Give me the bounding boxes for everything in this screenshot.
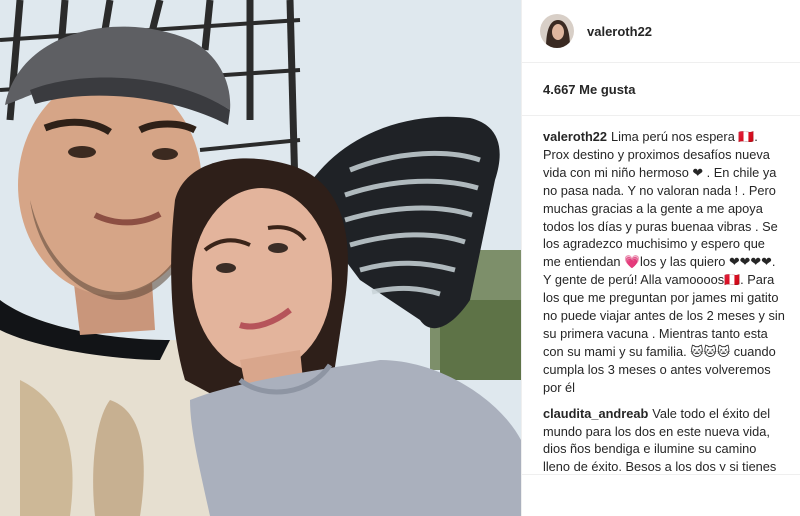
avatar[interactable] — [540, 14, 574, 48]
comment-username[interactable]: valeroth22 — [543, 129, 607, 144]
couple-selfie-image — [0, 0, 521, 516]
likes-row: 4.667 Me gusta — [522, 63, 800, 116]
comment-item: claudita_andreab Vale todo el éxito del m… — [543, 405, 786, 471]
comment-username[interactable]: claudita_andreab — [543, 406, 648, 421]
comment-text: Lima perú nos espera 🇵🇪. Prox destino y … — [543, 129, 785, 395]
profile-photo-icon — [540, 14, 574, 48]
comment-caption: valeroth22 Lima perú nos espera 🇵🇪. Prox … — [543, 128, 786, 397]
likes-count[interactable]: 4.667 Me gusta — [543, 82, 636, 97]
post-photo[interactable] — [0, 0, 521, 516]
post-author-username[interactable]: valeroth22 — [587, 24, 652, 39]
comments-list[interactable]: valeroth22 Lima perú nos espera 🇵🇪. Prox … — [522, 116, 800, 471]
divider — [522, 474, 800, 475]
post-header: valeroth22 — [522, 0, 800, 63]
post-side-panel: valeroth22 4.667 Me gusta valeroth22 Lima… — [521, 0, 800, 516]
